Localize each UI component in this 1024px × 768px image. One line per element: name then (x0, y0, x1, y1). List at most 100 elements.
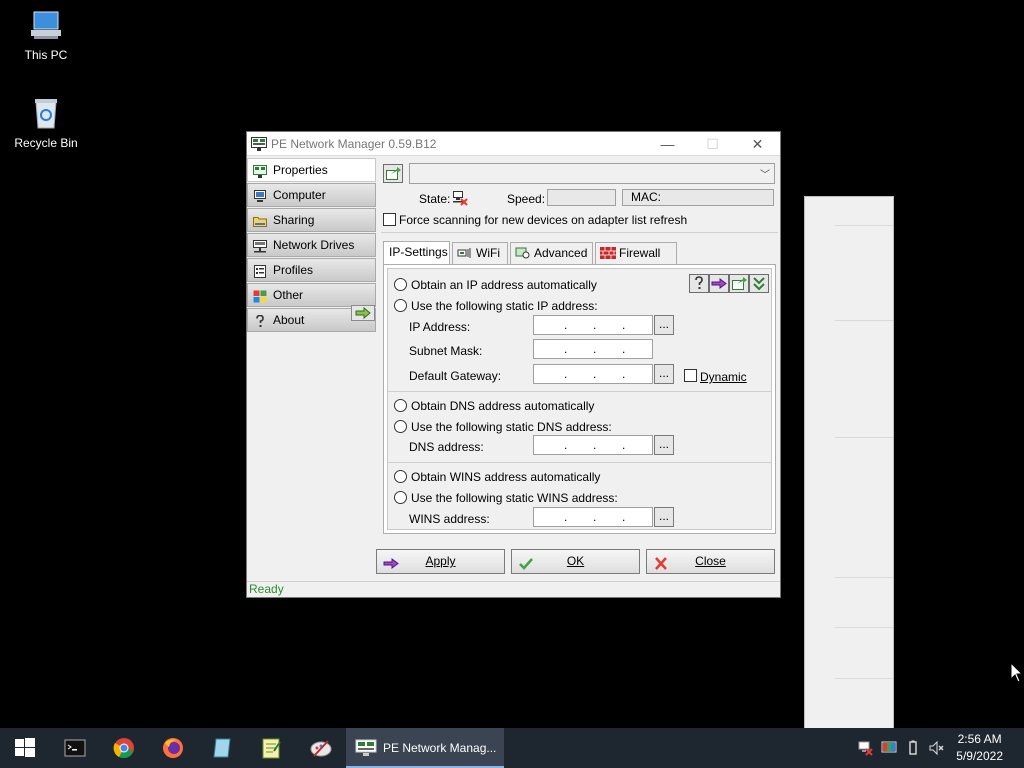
taskbar-cmd[interactable] (50, 728, 98, 768)
tab-firewall[interactable]: Firewall (595, 242, 677, 264)
dns-browse-button[interactable]: ... (654, 435, 674, 455)
use-static-wins-radio[interactable] (394, 491, 407, 504)
taskbar-pe-network-manager[interactable]: PE Network Manag... (346, 728, 504, 768)
use-static-ip-label: Use the following static IP address: (411, 299, 598, 313)
close-button[interactable]: Close (646, 549, 775, 574)
subnet-mask-label: Subnet Mask: (409, 344, 483, 358)
tab-advanced[interactable]: Advanced (510, 242, 593, 264)
subnet-mask-input[interactable]: ... (533, 339, 653, 359)
nav-item-profiles[interactable]: Profiles (247, 258, 376, 282)
network-card-icon (253, 163, 267, 178)
window-title: PE Network Manager 0.59.B12 (271, 137, 437, 151)
obtain-wins-auto-radio[interactable] (394, 470, 407, 483)
clock-time: 2:56 AM (957, 732, 1002, 746)
tab-ip-settings[interactable]: IP-Settings (383, 241, 450, 265)
command-prompt-icon (64, 739, 86, 757)
dynamic-checkbox[interactable] (684, 369, 697, 382)
use-static-dns-radio[interactable] (394, 420, 407, 433)
shared-folder-icon (253, 213, 267, 227)
background-window (804, 196, 894, 735)
gateway-browse-button[interactable]: ... (654, 364, 674, 384)
notepad-icon (262, 738, 281, 759)
clock-date: 5/9/2022 (956, 749, 1003, 763)
display-tray-icon[interactable] (881, 740, 897, 756)
title-bar[interactable]: PE Network Manager 0.59.B12 — ☐ ✕ (247, 132, 780, 156)
monitor-icon (253, 188, 267, 202)
nav-item-label: Sharing (273, 213, 315, 227)
adapter-select[interactable]: ﹀ (409, 163, 775, 184)
expand-button[interactable] (749, 274, 769, 293)
export-button[interactable] (729, 274, 749, 293)
speed-field (547, 189, 616, 206)
obtain-dns-auto-radio[interactable] (394, 399, 407, 412)
default-gateway-input[interactable]: ... (533, 364, 653, 384)
minimize-button[interactable]: — (645, 132, 690, 156)
apply-button[interactable]: Apply (376, 549, 505, 574)
double-chevron-down-icon (753, 277, 765, 291)
tab-label: Advanced (534, 246, 588, 260)
tab-wifi[interactable]: WiFi (452, 242, 508, 264)
dns-address-input[interactable]: ... (533, 435, 653, 455)
start-button[interactable] (0, 728, 48, 768)
tab-label: Firewall (619, 246, 661, 260)
nav-item-sharing[interactable]: Sharing (247, 208, 376, 232)
network-tray-icon[interactable] (857, 740, 873, 756)
taskbar-notes-app[interactable] (197, 728, 245, 768)
obtain-ip-auto-radio[interactable] (394, 278, 407, 291)
nav-item-computer[interactable]: Computer (247, 183, 376, 207)
force-scan-label: Force scanning for new devices on adapte… (399, 213, 688, 227)
export-arrow-icon (386, 167, 401, 180)
network-manager-app-icon (251, 137, 267, 151)
nav-item-other[interactable]: Other (247, 283, 376, 307)
volume-muted-icon[interactable] (928, 740, 944, 756)
nav-item-label: Profiles (273, 263, 314, 277)
nav-item-label: Network Drives (273, 238, 355, 252)
taskbar-firefox[interactable] (148, 728, 196, 768)
taskbar-chrome[interactable] (99, 728, 147, 768)
maximize-button[interactable]: ☐ (690, 132, 735, 156)
ip-address-input[interactable]: ... (533, 315, 653, 335)
mac-field: MAC: (622, 189, 774, 206)
next-button[interactable] (709, 274, 729, 293)
usb-tray-icon[interactable] (905, 740, 921, 756)
arrow-right-icon (711, 278, 727, 289)
taskbar-editor[interactable] (246, 728, 294, 768)
system-clock[interactable]: 2:56 AM 5/9/2022 (956, 731, 1003, 765)
refresh-adapters-button[interactable] (383, 164, 403, 183)
tab-label: WiFi (476, 246, 500, 260)
divider (381, 232, 778, 233)
ip-address-browse-button[interactable]: ... (654, 315, 674, 335)
profile-list-icon (253, 263, 267, 278)
pe-network-manager-window: PE Network Manager 0.59.B12 — ☐ ✕ Proper… (246, 131, 781, 598)
wins-browse-button[interactable]: ... (654, 507, 674, 527)
section-divider (388, 462, 771, 463)
tab-label: IP-Settings (389, 245, 448, 259)
desktop-icon-recycle-bin[interactable]: Recycle Bin (6, 96, 86, 150)
help-question-icon (695, 276, 703, 289)
nav-item-network-drives[interactable]: Network Drives (247, 233, 376, 257)
ip-settings-panel: Obtain an IP address automatically Use t… (383, 264, 776, 534)
collapse-nav-arrow-button[interactable] (351, 305, 375, 321)
grid-colors-icon (253, 288, 267, 303)
nav-item-properties[interactable]: Properties (247, 158, 376, 182)
taskbar: PE Network Manag... 2:56 AM 5/9/2022 (0, 728, 1024, 768)
taskbar-paint[interactable] (296, 728, 344, 768)
use-static-ip-radio[interactable] (394, 299, 407, 312)
ok-button[interactable]: OK (511, 549, 640, 574)
chevron-down-icon: ﹀ (760, 170, 770, 181)
paint-brush-icon (310, 740, 332, 757)
close-window-button[interactable]: ✕ (735, 132, 780, 156)
nav-item-label: Other (273, 288, 304, 302)
close-button-label: Close (695, 554, 726, 568)
network-disconnected-icon (452, 190, 468, 206)
desktop-icon-this-pc[interactable]: This PC (6, 8, 86, 62)
state-label: State: (419, 192, 451, 206)
windows-logo-icon (15, 738, 35, 757)
wins-address-input[interactable]: ... (533, 507, 653, 527)
help-button[interactable] (689, 274, 709, 293)
checkmark-icon (518, 555, 534, 570)
red-x-icon (653, 555, 669, 570)
force-scan-checkbox[interactable] (383, 213, 396, 226)
notebook-icon (213, 738, 231, 758)
obtain-ip-auto-label: Obtain an IP address automatically (411, 278, 597, 292)
